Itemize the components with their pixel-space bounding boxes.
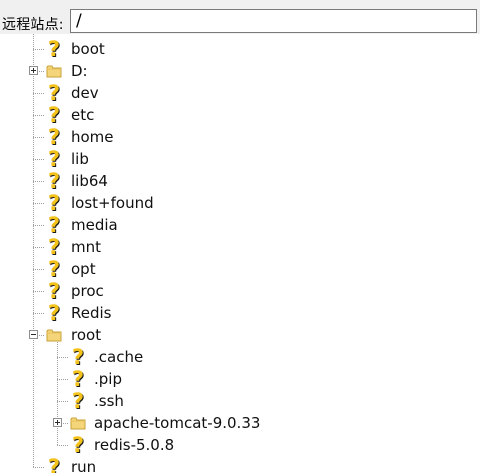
tree-item[interactable]: ? run — [0, 456, 480, 473]
tree-connector-line — [33, 115, 44, 116]
tree-item-label: etc — [71, 106, 95, 124]
tree-item[interactable]: ? boot — [0, 38, 480, 60]
tree-item-label: media — [71, 216, 118, 234]
tree-item-label: .cache — [94, 348, 144, 366]
tree-item-label: dev — [71, 84, 99, 102]
tree-item[interactable]: D: — [0, 60, 480, 82]
tree-item-label: apache-tomcat-9.0.33 — [94, 414, 261, 432]
expand-icon[interactable] — [29, 66, 38, 75]
tree-connector-line — [33, 467, 44, 468]
tree-connector-line — [33, 247, 44, 248]
tree-item[interactable]: apache-tomcat-9.0.33 — [0, 412, 480, 434]
tree-connector-line — [33, 159, 44, 160]
tree-item-label: run — [71, 458, 97, 473]
question-icon: ? — [47, 235, 61, 259]
tree-connector-line — [57, 357, 68, 358]
remote-directory-tree: ? boot D:? dev? etc? home? lib? lib64? lost+foun… — [0, 34, 480, 473]
question-icon: ? — [47, 103, 61, 127]
question-icon: ? — [47, 37, 61, 61]
tree-item[interactable]: ? proc — [0, 280, 480, 302]
folder-icon — [46, 63, 62, 79]
tree-connector-line — [57, 379, 68, 380]
tree-item[interactable]: ? lib64 — [0, 170, 480, 192]
tree-item-label: lib — [71, 150, 89, 168]
tree-item[interactable]: root — [0, 324, 480, 346]
tree-item-label: mnt — [71, 238, 101, 256]
tree-connector-line — [33, 291, 44, 292]
question-icon: ? — [47, 455, 61, 473]
question-icon: ? — [47, 301, 61, 325]
tree-item-label: proc — [71, 282, 104, 300]
tree-item[interactable]: ? mnt — [0, 236, 480, 258]
tree-item-label: Redis — [71, 304, 112, 322]
tree-item-label: root — [71, 326, 102, 344]
question-icon: ? — [47, 81, 61, 105]
tree-item[interactable]: ? .ssh — [0, 390, 480, 412]
remote-site-label: 远程站点: — [2, 17, 64, 33]
remote-path-input[interactable]: / — [70, 9, 477, 33]
tree-connector-line — [33, 203, 44, 204]
tree-item[interactable]: ? dev — [0, 82, 480, 104]
tree-connector-line — [33, 49, 44, 50]
tree-item[interactable]: ? lost+found — [0, 192, 480, 214]
tree-item[interactable]: ? opt — [0, 258, 480, 280]
tree-connector-line — [33, 313, 44, 314]
question-icon: ? — [47, 257, 61, 281]
question-icon: ? — [47, 125, 61, 149]
question-icon: ? — [47, 279, 61, 303]
tree-item[interactable]: ? Redis — [0, 302, 480, 324]
tree-item[interactable]: ? etc — [0, 104, 480, 126]
question-icon: ? — [71, 389, 85, 413]
remote-site-bar: 远程站点: / — [0, 0, 480, 34]
tree-item-label: boot — [71, 40, 105, 58]
tree-connector-line — [33, 181, 44, 182]
question-icon: ? — [47, 147, 61, 171]
expand-icon[interactable] — [53, 418, 62, 427]
tree-connector-line — [57, 401, 68, 402]
tree-item-label: lib64 — [71, 172, 108, 190]
question-icon: ? — [71, 367, 85, 391]
tree-connector-line — [57, 445, 68, 446]
tree-item-label: redis-5.0.8 — [94, 436, 175, 454]
question-icon: ? — [47, 191, 61, 215]
question-icon: ? — [47, 213, 61, 237]
question-icon: ? — [71, 433, 85, 457]
folder-icon — [70, 415, 86, 431]
tree-connector-line — [33, 137, 44, 138]
tree-item-label: D: — [71, 62, 88, 80]
tree-connector-line — [33, 93, 44, 94]
tree-item-label: lost+found — [71, 194, 154, 212]
tree-item[interactable]: ? media — [0, 214, 480, 236]
tree-item[interactable]: ? .pip — [0, 368, 480, 390]
tree-connector-line — [33, 269, 44, 270]
folder-icon — [46, 327, 62, 343]
tree-item-label: .pip — [94, 370, 122, 388]
question-icon: ? — [71, 345, 85, 369]
question-icon: ? — [47, 169, 61, 193]
tree-item[interactable]: ? lib — [0, 148, 480, 170]
tree-item[interactable]: ? home — [0, 126, 480, 148]
tree-item[interactable]: ? .cache — [0, 346, 480, 368]
tree-item-label: opt — [71, 260, 96, 278]
collapse-icon[interactable] — [29, 330, 38, 339]
tree-item-label: home — [71, 128, 114, 146]
tree-item-label: .ssh — [94, 392, 124, 410]
tree-connector-line — [33, 225, 44, 226]
tree-item[interactable]: ? redis-5.0.8 — [0, 434, 480, 456]
